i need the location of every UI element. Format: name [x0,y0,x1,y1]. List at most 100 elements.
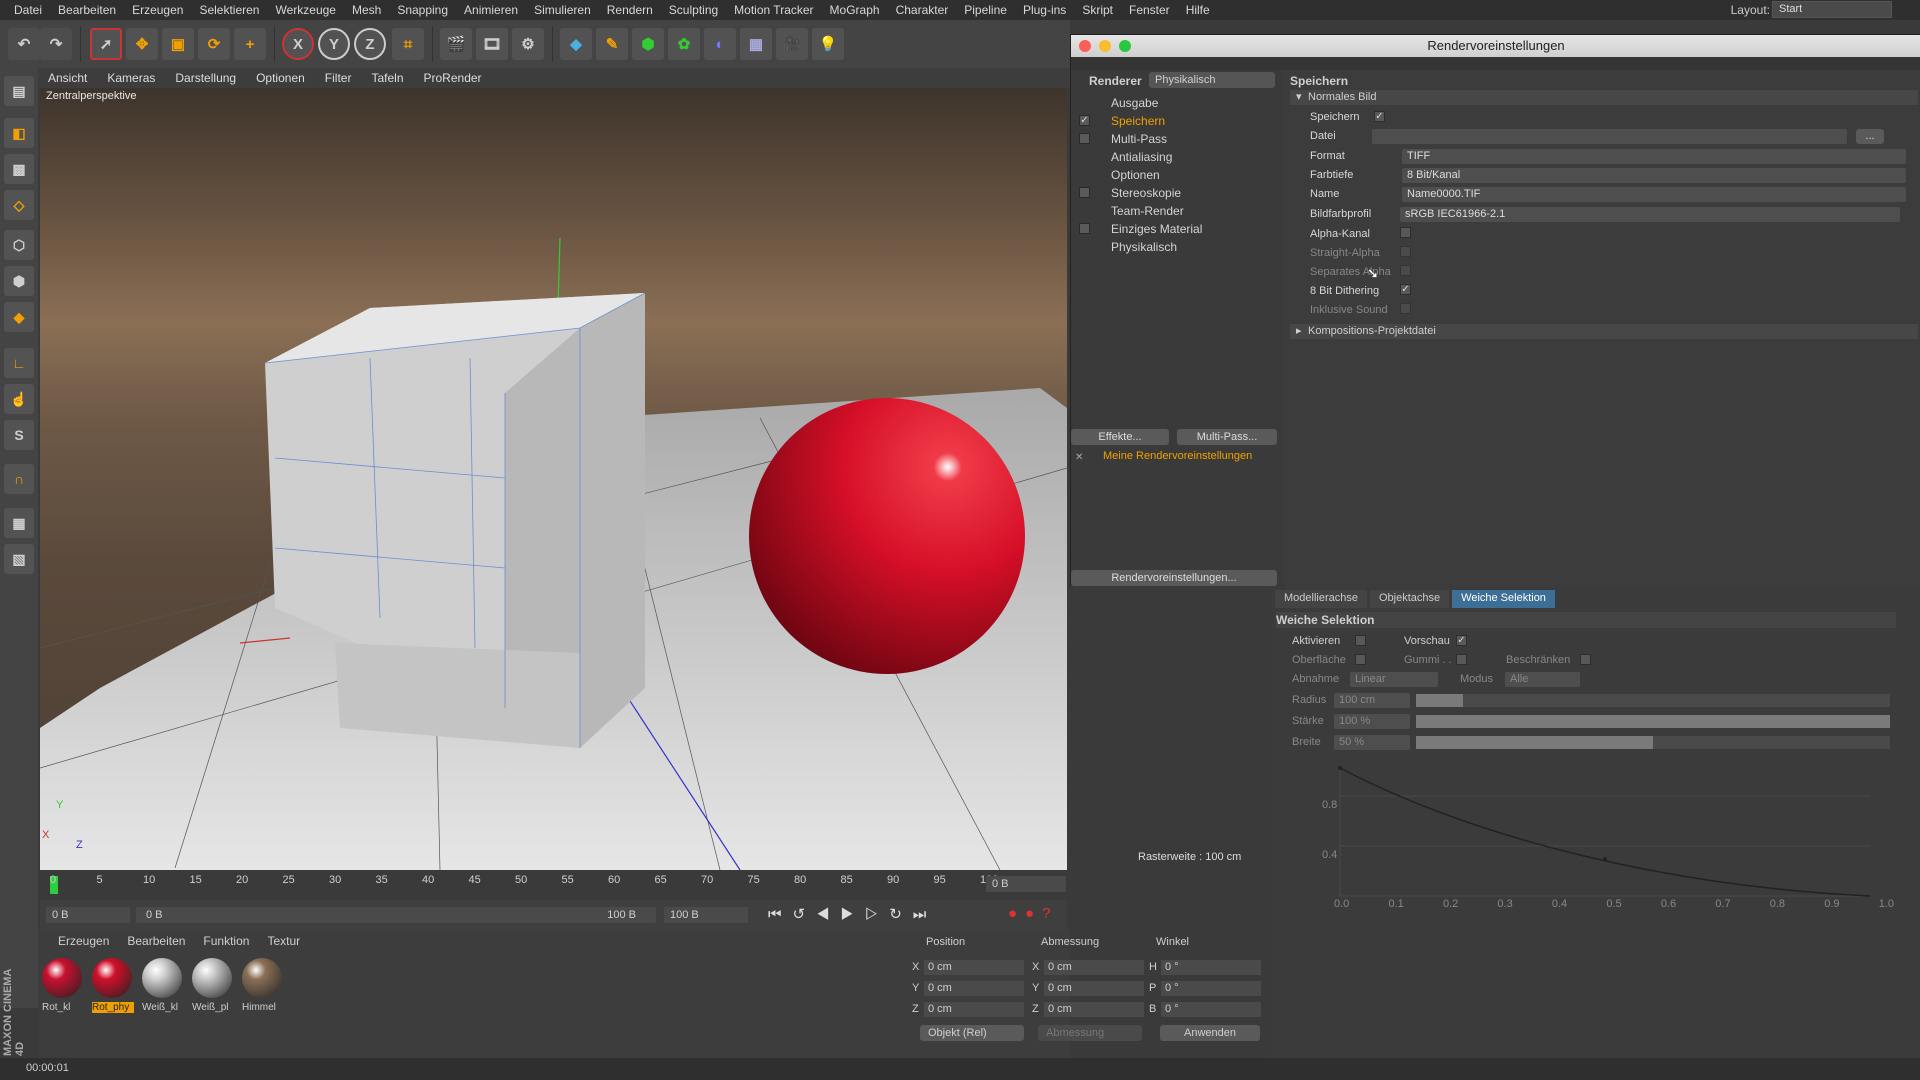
material-item[interactable]: Rot_kl [42,958,84,1020]
undo-icon[interactable]: ↶ [8,28,40,60]
material-menu-item[interactable]: Textur [267,934,300,948]
viewport-menu-item[interactable]: Optionen [246,71,315,85]
falloff-select[interactable]: Linear [1350,672,1438,687]
radius-slider[interactable] [1416,694,1890,707]
depth-select[interactable]: 8 Bit/Kanal [1402,168,1906,183]
transform-tool-icon[interactable]: + [234,28,266,60]
layout-select[interactable]: Start [1772,1,1892,18]
preview-checkbox[interactable]: ✓ [1456,635,1467,646]
attribute-tab[interactable]: Weiche Selektion [1452,590,1555,608]
nav-checkbox[interactable] [1079,133,1090,144]
width-field[interactable]: 50 % [1334,735,1410,750]
radius-field[interactable]: 100 cm [1334,693,1410,708]
deformer-icon[interactable]: ◐ [704,28,736,60]
render-nav-item[interactable]: Physikalisch [1071,238,1283,256]
render-nav-item[interactable]: Einziges Material [1071,220,1283,238]
multipass-button[interactable]: Multi-Pass... [1177,429,1277,445]
material-item[interactable]: Himmel [242,958,284,1020]
separate-alpha-checkbox[interactable] [1400,265,1411,276]
viewport-menu-item[interactable]: Filter [315,71,362,85]
end-frame-field[interactable]: 100 B [664,907,748,923]
menu-item[interactable]: Plug-ins [1015,3,1074,17]
cloner-icon[interactable]: ✿ [668,28,700,60]
range-slider[interactable]: 0 B 100 B [136,907,656,923]
coordinate-field[interactable]: 0 cm [924,1002,1024,1017]
menu-item[interactable]: Selektieren [191,3,267,17]
browse-button[interactable]: ... [1856,129,1884,144]
axis-z-button[interactable]: Z [354,28,386,60]
menu-item[interactable]: Skript [1074,3,1121,17]
save-checkbox[interactable]: ✓ [1374,111,1385,122]
coordinate-field[interactable]: 0 cm [924,981,1024,996]
menu-item[interactable]: Motion Tracker [726,3,821,17]
renderer-select[interactable]: Physikalisch [1149,72,1275,88]
render-view-icon[interactable]: 🎬 [440,28,472,60]
move-tool-icon[interactable]: ✥ [126,28,158,60]
viewport-menu-item[interactable]: Ansicht [38,71,97,85]
model-mode-icon[interactable]: ◧ [4,118,34,148]
menu-item[interactable]: Datei [6,3,50,17]
render-nav-item[interactable]: Ausgabe [1071,94,1283,112]
profile-field[interactable]: sRGB IEC61966-2.1 [1400,207,1900,222]
alpha-checkbox[interactable] [1400,227,1411,238]
rubber-checkbox[interactable] [1456,654,1467,665]
viewport-menu-item[interactable]: Kameras [97,71,165,85]
coordinate-field[interactable]: 0 cm [924,960,1024,975]
render-nav-item[interactable]: ✓ Speichern [1071,112,1283,130]
axis-y-button[interactable]: Y [318,28,350,60]
attribute-tab[interactable]: Modellierachse [1275,590,1367,608]
maximize-window-icon[interactable] [1119,40,1131,52]
render-nav-item[interactable]: Optionen [1071,166,1283,184]
render-nav-item[interactable]: Team-Render [1071,202,1283,220]
normal-image-group[interactable]: ▾ Normales Bild [1290,90,1918,105]
current-frame-field[interactable]: 0 B [986,876,1066,892]
material-item[interactable]: Rot_phy [92,958,134,1020]
coordinate-field[interactable]: 0 cm [1044,1002,1144,1017]
menu-item[interactable]: Snapping [389,3,456,17]
menu-item[interactable]: Rendern [599,3,661,17]
menu-item[interactable]: Mesh [344,3,389,17]
coordinate-system-icon[interactable]: ⌗ [392,28,424,60]
render-settings-icon[interactable]: ⚙ [512,28,544,60]
menu-item[interactable]: Hilfe [1178,3,1218,17]
menu-item[interactable]: Erzeugen [124,3,191,17]
viewport-menu-item[interactable]: Tafeln [361,71,413,85]
material-menu-item[interactable]: Funktion [203,934,249,948]
texture-mode-icon[interactable]: ▩ [4,154,34,184]
make-editable-icon[interactable]: ▤ [4,76,34,106]
render-presets-button[interactable]: Rendervoreinstellungen... [1071,570,1277,586]
axis-x-button[interactable]: X [282,28,314,60]
close-window-icon[interactable] [1079,40,1091,52]
menu-item[interactable]: Charakter [888,3,957,17]
menu-item[interactable]: Animieren [456,3,526,17]
viewport-menu-item[interactable]: Darstellung [165,71,246,85]
render-nav-item[interactable]: Stereoskopie [1071,184,1283,202]
falloff-graph[interactable] [1310,756,1900,906]
preset-name[interactable]: Meine Rendervoreinstellungen [1103,450,1252,462]
magnet-icon[interactable]: ∩ [4,464,34,494]
floor-icon[interactable]: ▦ [740,28,772,60]
width-slider[interactable] [1416,736,1890,749]
nav-checkbox[interactable]: ✓ [1079,115,1090,126]
subdivision-icon[interactable]: ⬢ [632,28,664,60]
axis-mode-icon[interactable]: ∟ [4,348,34,378]
snap-icon[interactable]: S [4,420,34,450]
menu-item[interactable]: Werkzeuge [267,3,343,17]
coordinate-field[interactable]: 0 cm [1044,960,1144,975]
format-select[interactable]: TIFF [1402,149,1906,164]
straight-alpha-checkbox[interactable] [1400,246,1411,257]
material-menu-item[interactable]: Bearbeiten [127,934,185,948]
dither-checkbox[interactable]: ✓ [1400,284,1411,295]
points-mode-icon[interactable]: ⬡ [4,230,34,260]
material-item[interactable]: Weiß_kl [142,958,184,1020]
strength-slider[interactable] [1416,715,1890,728]
redo-icon[interactable]: ↷ [40,28,72,60]
polygons-mode-icon[interactable]: ◆ [4,302,34,332]
comp-project-group[interactable]: ▸ Kompositions-Projektdatei [1290,324,1918,339]
select-tool-icon[interactable]: ➚ [90,28,122,60]
rotate-tool-icon[interactable]: ⟳ [198,28,230,60]
material-menu-item[interactable]: Erzeugen [58,934,109,948]
coordinate-field[interactable]: 0 ° [1161,1002,1261,1017]
cube-icon[interactable]: ◆ [560,28,592,60]
render-nav-item[interactable]: Multi-Pass [1071,130,1283,148]
